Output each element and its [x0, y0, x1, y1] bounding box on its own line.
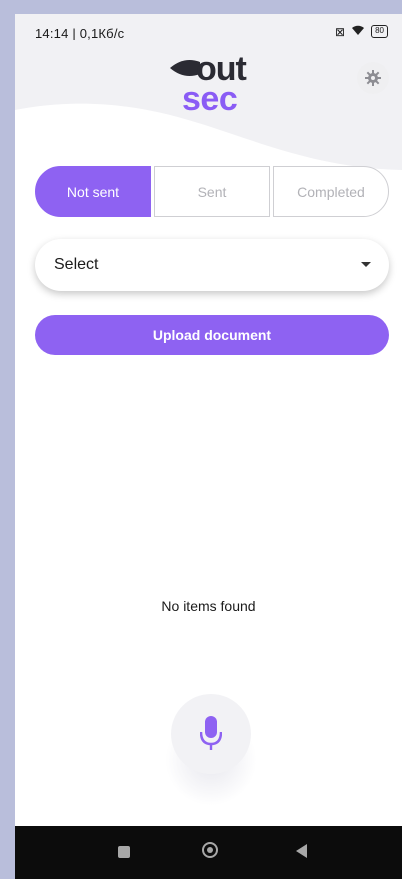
battery-icon: 80: [371, 25, 388, 38]
select-value: Select: [54, 256, 99, 273]
gear-icon: [365, 70, 381, 86]
status-time: 14:14 | 0,1Кб/с: [35, 26, 125, 41]
outsec-logo: out sec: [170, 50, 260, 120]
tab-not-sent[interactable]: Not sent: [35, 166, 151, 217]
wifi-icon: [351, 24, 365, 39]
status-tabs: Not sent Sent Completed: [35, 166, 389, 217]
document-type-select[interactable]: Select: [35, 239, 389, 291]
android-nav-bar: [15, 826, 402, 879]
tab-completed[interactable]: Completed: [273, 166, 389, 217]
dropdown-arrow-icon: [361, 262, 371, 267]
status-icons: ⊠ 80: [335, 24, 388, 39]
back-icon[interactable]: [296, 844, 307, 858]
app-screen: 14:14 | 0,1Кб/с ⊠ 80 out sec Not sent Se…: [15, 14, 402, 879]
upload-document-button[interactable]: Upload document: [35, 315, 389, 355]
logo-text-sec: sec: [182, 80, 238, 118]
settings-button[interactable]: [357, 62, 389, 94]
microphone-button[interactable]: [171, 694, 251, 774]
tab-sent[interactable]: Sent: [154, 166, 270, 217]
empty-state-text: No items found: [161, 598, 256, 614]
recents-icon[interactable]: [118, 846, 130, 858]
home-icon[interactable]: [202, 842, 218, 858]
sim-icon: ⊠: [335, 24, 346, 39]
microphone-icon: [200, 716, 222, 750]
